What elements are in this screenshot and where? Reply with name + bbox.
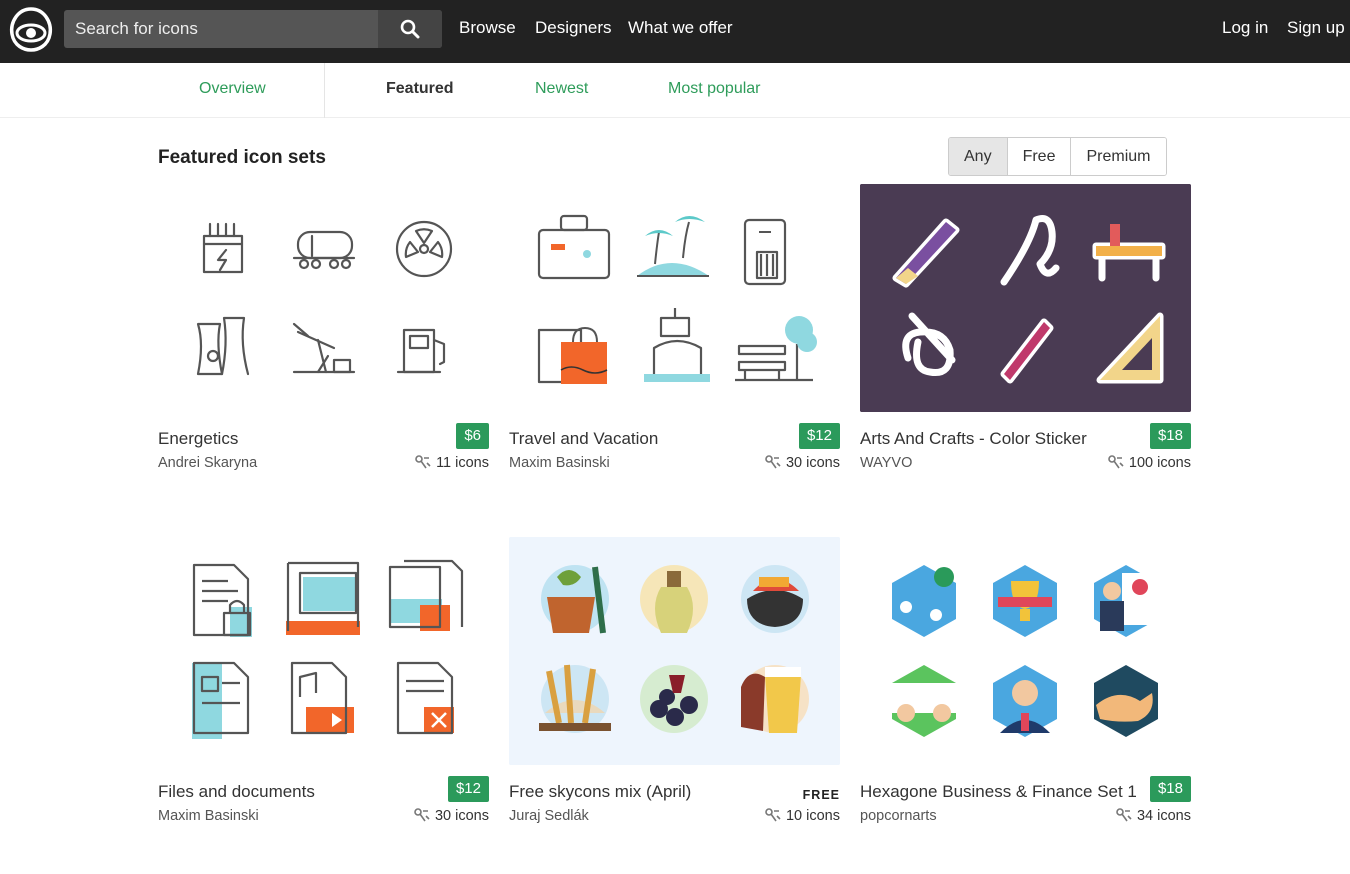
icon-set-preview[interactable] (860, 537, 1191, 765)
price-badge: $6 (456, 423, 489, 449)
icon-count-icon (765, 808, 781, 822)
icon-set-card[interactable]: Arts And Crafts - Color Sticker WAYVO $1… (860, 184, 1191, 484)
search-button[interactable] (378, 10, 442, 48)
files-documents-preview-icon (192, 559, 464, 739)
search-box (64, 10, 442, 48)
icon-count-label: 10 icons (785, 808, 840, 824)
icon-set-preview[interactable] (509, 184, 840, 412)
nav-designers-link[interactable]: Designers (535, 18, 612, 38)
icon-set-title[interactable]: Arts And Crafts - Color Sticker (860, 429, 1087, 449)
tab-most-popular[interactable]: Most popular (668, 80, 761, 98)
icon-set-title[interactable]: Energetics (158, 429, 238, 449)
free-badge: FREE (802, 788, 840, 802)
icon-set-preview[interactable] (158, 537, 489, 765)
icon-set-title[interactable]: Free skycons mix (April) (509, 782, 691, 802)
icon-count: 34 icons (1115, 807, 1191, 825)
skycons-preview-icon (509, 537, 840, 765)
icon-set-card[interactable]: Travel and Vacation Maxim Basinski $12 3… (509, 184, 840, 484)
icon-count-label: 30 icons (785, 455, 840, 471)
icon-set-preview[interactable] (158, 184, 489, 412)
icon-count: 10 icons (764, 807, 840, 825)
price-badge: $18 (1149, 423, 1191, 449)
icon-set-card[interactable]: Free skycons mix (April) Juraj Sedlák FR… (509, 537, 840, 837)
icon-count-label: 34 icons (1136, 808, 1191, 824)
signup-link[interactable]: Sign up (1287, 18, 1345, 38)
section-title: Featured icon sets (158, 147, 326, 168)
icon-set-author[interactable]: Juraj Sedlák (509, 808, 589, 824)
icon-set-card[interactable]: Hexagone Business & Finance Set 1 popcor… (860, 537, 1191, 837)
icon-set-author[interactable]: Maxim Basinski (509, 455, 610, 471)
filter-free-button[interactable]: Free (1007, 138, 1072, 175)
icon-count: 100 icons (1107, 454, 1191, 472)
section-tabs: Overview Featured Newest Most popular (0, 63, 1350, 118)
icon-count-icon (1108, 455, 1124, 469)
icon-count-label: 100 icons (1128, 455, 1191, 471)
price-badge: $12 (447, 776, 489, 802)
icon-set-author[interactable]: popcornarts (860, 808, 937, 824)
icon-set-author[interactable]: Maxim Basinski (158, 808, 259, 824)
icon-set-card[interactable]: Energetics Andrei Skaryna $6 11 icons (158, 184, 489, 484)
hexagone-business-preview-icon (892, 565, 1158, 737)
icon-count-icon (415, 455, 431, 469)
tab-newest[interactable]: Newest (535, 80, 588, 98)
icon-count-icon (765, 455, 781, 469)
icon-set-title[interactable]: Hexagone Business & Finance Set 1 (860, 782, 1137, 802)
icon-count-icon (414, 808, 430, 822)
filter-premium-button[interactable]: Premium (1071, 138, 1166, 175)
price-badge: $18 (1149, 776, 1191, 802)
icon-count-icon (1116, 808, 1132, 822)
icon-set-title[interactable]: Travel and Vacation (509, 429, 658, 449)
icon-set-preview[interactable] (509, 537, 840, 765)
icon-set-author[interactable]: Andrei Skaryna (158, 455, 257, 471)
search-input[interactable] (64, 10, 378, 48)
nav-what-we-offer-link[interactable]: What we offer (628, 18, 733, 38)
nav-browse-link[interactable]: Browse (459, 18, 516, 38)
top-navbar: Browse Designers What we offer Log in Si… (0, 0, 1350, 63)
icon-count: 11 icons (414, 454, 489, 472)
icon-count-label: 30 icons (434, 808, 489, 824)
tab-overview[interactable]: Overview (199, 80, 266, 98)
icon-set-card[interactable]: Files and documents Maxim Basinski $12 3… (158, 537, 489, 837)
icon-count: 30 icons (413, 807, 489, 825)
icon-count: 30 icons (764, 454, 840, 472)
iconfinder-logo-icon[interactable] (8, 6, 54, 52)
icon-set-author[interactable]: WAYVO (860, 455, 912, 471)
arts-crafts-preview-icon (860, 184, 1191, 412)
price-badge: $12 (798, 423, 840, 449)
icon-count-label: 11 icons (436, 455, 489, 471)
tab-featured[interactable]: Featured (386, 80, 454, 98)
energetics-preview-icon (196, 220, 453, 376)
filter-any-button[interactable]: Any (949, 138, 1008, 175)
search-icon (400, 19, 420, 39)
travel-preview-icon (537, 214, 817, 384)
icon-set-preview[interactable] (860, 184, 1191, 412)
login-link[interactable]: Log in (1222, 18, 1268, 38)
price-filter: Any Free Premium (948, 137, 1167, 176)
tab-divider (324, 63, 325, 118)
icon-set-title[interactable]: Files and documents (158, 782, 315, 802)
